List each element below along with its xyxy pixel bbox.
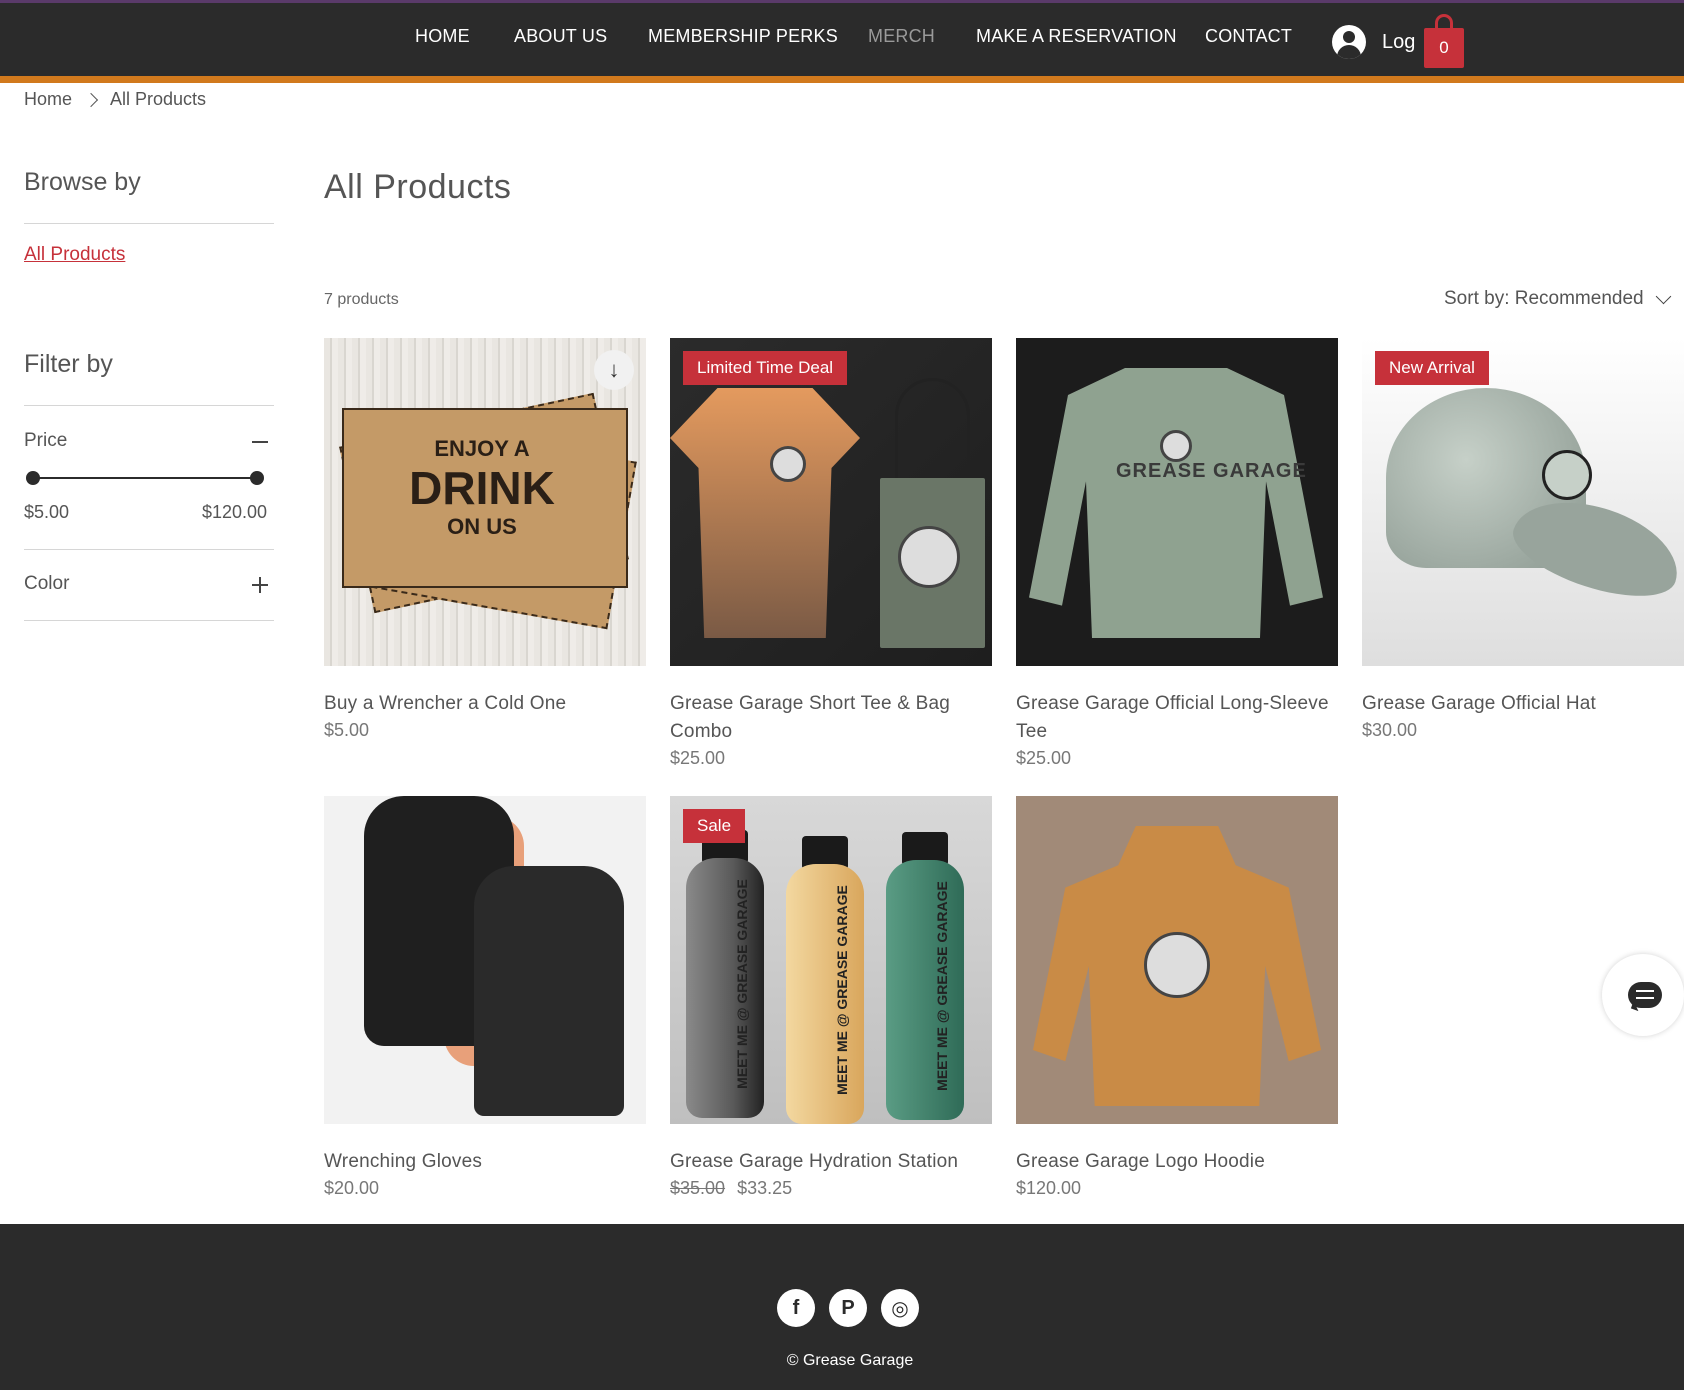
user-avatar-icon	[1332, 25, 1366, 59]
sort-label: Sort by: Recommended	[1444, 288, 1644, 309]
product-image[interactable]	[324, 796, 646, 1124]
slider-track	[32, 477, 258, 479]
price-max-value: $120.00	[202, 502, 268, 522]
chat-bubble-icon	[1628, 982, 1662, 1008]
site-footer: f P ◎ © Grease Garage	[0, 1224, 1684, 1390]
instagram-icon[interactable]: ◎	[881, 1289, 919, 1327]
product-price: $25.00	[1016, 748, 1072, 768]
image-text: MEET ME @ GREASE GARAGE	[933, 881, 950, 1091]
product-ribbon: Limited Time Deal	[683, 351, 848, 385]
color-filter-label: Color	[24, 573, 70, 594]
nav-about-us[interactable]: ABOUT US	[514, 26, 607, 47]
color-expand-plus-icon[interactable]	[252, 577, 268, 593]
product-name[interactable]: Grease Garage Official Hat	[1362, 690, 1684, 718]
product-price: $20.00	[324, 1178, 380, 1198]
product-image[interactable]: New Arrival	[1362, 338, 1684, 666]
price-filter-label: Price	[24, 430, 68, 451]
filter-by-heading: Filter by	[24, 350, 113, 378]
sort-dropdown[interactable]: Sort by: Recommended	[1444, 288, 1671, 310]
download-icon[interactable]: ↓	[594, 350, 634, 390]
product-image[interactable]: MEET ME @ GREASE GARAGE MEET ME @ GREASE…	[670, 796, 992, 1124]
page-title: All Products	[324, 168, 512, 206]
product-name[interactable]: Buy a Wrencher a Cold One	[324, 690, 646, 718]
breadcrumb: Home All Products	[24, 89, 206, 110]
product-card[interactable]: Grease Garage Logo Hoodie $120.00	[1016, 796, 1338, 1199]
chevron-right-icon	[83, 92, 99, 107]
nav-merch[interactable]: MERCH	[868, 26, 935, 47]
product-card[interactable]: Limited Time Deal Grease Garage Short Te…	[670, 338, 992, 769]
slider-min-handle[interactable]	[26, 471, 40, 485]
chevron-down-icon	[1655, 288, 1671, 304]
cart-button[interactable]: 0	[1424, 14, 1464, 68]
product-name[interactable]: Grease Garage Official Long-Sleeve Tee	[1016, 690, 1338, 746]
browse-all-products-link[interactable]: All Products	[24, 244, 125, 266]
product-count: 7 products	[324, 291, 399, 308]
product-price: $35.00 $33.25	[670, 1178, 992, 1199]
breadcrumb-current: All Products	[110, 89, 207, 109]
divider	[24, 549, 274, 550]
slider-max-handle[interactable]	[250, 471, 264, 485]
price-min-value: $5.00	[24, 502, 70, 522]
sale-price: $33.25	[737, 1178, 793, 1198]
product-price: $120.00	[1016, 1178, 1082, 1198]
product-card[interactable]: ENJOY A DRINK ON US ↓ Buy a Wrencher a C…	[324, 338, 646, 741]
product-image[interactable]: Limited Time Deal	[670, 338, 992, 666]
product-image[interactable]: GREASE GARAGE	[1016, 338, 1338, 666]
image-text: MEET ME @ GREASE GARAGE	[733, 879, 750, 1089]
copyright-text: © Grease Garage	[786, 1352, 914, 1369]
product-price: $5.00	[324, 720, 370, 740]
product-card[interactable]: GREASE GARAGE Grease Garage Official Lon…	[1016, 338, 1338, 769]
header-accent-bar	[0, 76, 1684, 83]
product-name[interactable]: Grease Garage Hydration Station	[670, 1148, 992, 1176]
product-name[interactable]: Wrenching Gloves	[324, 1148, 646, 1176]
divider	[24, 223, 274, 224]
product-name[interactable]: Grease Garage Short Tee & Bag Combo	[670, 690, 992, 746]
price-collapse-minus-icon[interactable]	[252, 434, 268, 450]
chat-button[interactable]	[1602, 954, 1684, 1036]
facebook-icon[interactable]: f	[777, 1289, 815, 1327]
cart-count: 0	[1424, 28, 1464, 68]
image-text: ENJOY A DRINK ON US	[409, 436, 555, 539]
divider	[24, 620, 274, 621]
image-text: MEET ME @ GREASE GARAGE	[833, 885, 850, 1095]
browse-by-heading: Browse by	[24, 168, 141, 196]
product-price: $25.00	[670, 748, 726, 768]
nav-contact[interactable]: CONTACT	[1205, 26, 1292, 47]
original-price: $35.00	[670, 1178, 726, 1198]
product-name[interactable]: Grease Garage Logo Hoodie	[1016, 1148, 1338, 1176]
product-price: $30.00	[1362, 720, 1418, 740]
product-card[interactable]: MEET ME @ GREASE GARAGE MEET ME @ GREASE…	[670, 796, 992, 1199]
product-image[interactable]: ENJOY A DRINK ON US ↓	[324, 338, 646, 666]
pinterest-icon[interactable]: P	[829, 1289, 867, 1327]
nav-membership-perks[interactable]: MEMBERSHIP PERKS	[648, 26, 838, 47]
nav-make-a-reservation[interactable]: MAKE A RESERVATION	[976, 26, 1177, 47]
product-card[interactable]: New Arrival Grease Garage Official Hat $…	[1362, 338, 1684, 741]
price-range-slider[interactable]	[26, 470, 266, 486]
product-image[interactable]	[1016, 796, 1338, 1124]
product-ribbon: Sale	[683, 809, 746, 843]
login-label: Log In	[1382, 30, 1422, 53]
breadcrumb-home[interactable]: Home	[24, 89, 72, 110]
product-ribbon: New Arrival	[1375, 351, 1489, 385]
login-button[interactable]: Log In	[1332, 22, 1422, 62]
nav-home[interactable]: HOME	[415, 26, 470, 47]
product-card[interactable]: Wrenching Gloves $20.00	[324, 796, 646, 1199]
image-text: GREASE GARAGE	[1116, 460, 1307, 482]
divider	[24, 405, 274, 406]
